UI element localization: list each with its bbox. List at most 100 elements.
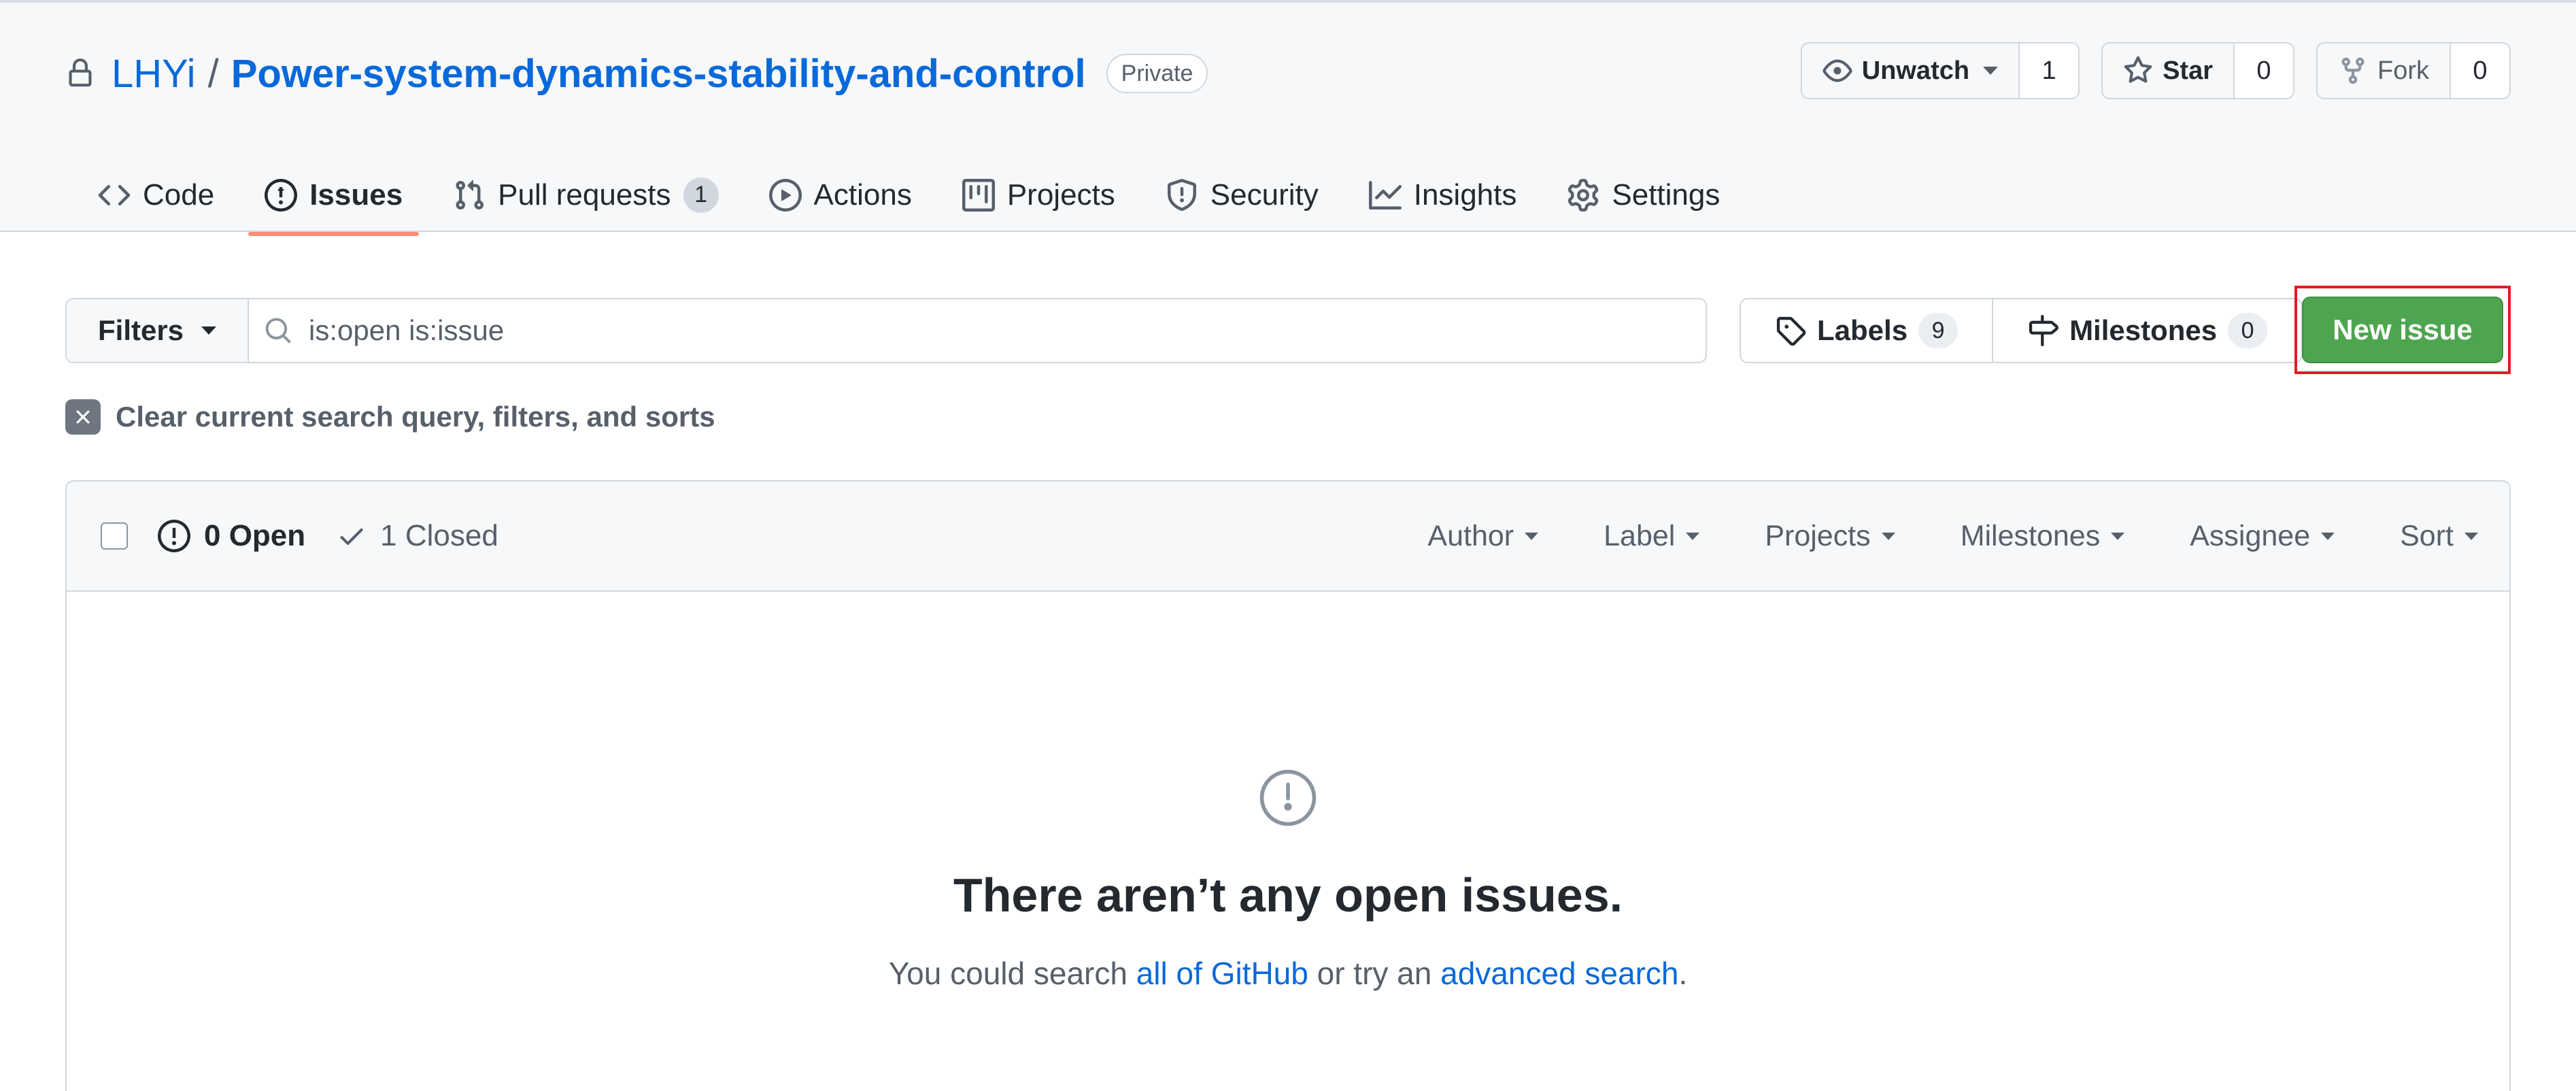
- tab-label: Code: [143, 178, 215, 212]
- label-filter-menu[interactable]: Label: [1604, 519, 1700, 553]
- tab-label: Pull requests: [498, 178, 671, 212]
- new-issue-highlight: New issue: [2294, 286, 2511, 374]
- unwatch-button[interactable]: Unwatch: [1802, 44, 2020, 98]
- filters-button[interactable]: Filters: [67, 299, 250, 362]
- closed-issues-label: 1 Closed: [380, 519, 498, 552]
- fork-label: Fork: [2377, 56, 2429, 85]
- issues-list-header: 0 Open 1 Closed Author Label Projects Mi…: [67, 482, 2509, 592]
- open-issues-label: 0 Open: [204, 519, 306, 552]
- chevron-down-icon: [1525, 532, 1539, 540]
- star-label: Star: [2163, 56, 2213, 85]
- repo-title: LHYi / Power-system-dynamics-stability-a…: [65, 45, 1208, 102]
- chevron-down-icon: [1983, 67, 1999, 75]
- tab-issues[interactable]: Issues: [248, 155, 420, 236]
- labels-button[interactable]: Labels 9: [1741, 299, 1992, 362]
- issues-subnav: Filters Labels 9 Milestones 0 New issue: [65, 286, 2511, 374]
- visibility-badge: Private: [1106, 54, 1208, 93]
- tab-actions[interactable]: Actions: [753, 155, 928, 235]
- milestone-icon: [2027, 315, 2058, 346]
- open-issues-link[interactable]: 0 Open: [158, 519, 305, 553]
- tab-insights[interactable]: Insights: [1353, 155, 1533, 235]
- menu-label: Author: [1427, 519, 1514, 552]
- menu-label: Projects: [1765, 519, 1871, 552]
- labels-milestones-group: Labels 9 Milestones 0: [1740, 298, 2303, 363]
- text-suffix: .: [1678, 956, 1688, 991]
- star-icon: [2123, 56, 2153, 86]
- menu-label: Milestones: [1960, 519, 2101, 552]
- milestones-count: 0: [2228, 313, 2268, 348]
- tag-icon: [1775, 315, 1806, 346]
- tab-pull-requests[interactable]: Pull requests 1: [437, 155, 734, 235]
- repo-header: LHYi / Power-system-dynamics-stability-a…: [0, 0, 2576, 236]
- repo-name-link[interactable]: Power-system-dynamics-stability-and-cont…: [231, 51, 1086, 97]
- labels-count: 9: [1918, 313, 1959, 348]
- close-icon: [65, 399, 101, 435]
- milestones-button[interactable]: Milestones 0: [1992, 299, 2301, 362]
- issues-list-box: 0 Open 1 Closed Author Label Projects Mi…: [65, 480, 2511, 1091]
- forks-count[interactable]: 0: [2451, 44, 2509, 98]
- path-separator: /: [207, 51, 219, 96]
- menu-label: Label: [1604, 519, 1676, 552]
- tab-security[interactable]: Security: [1149, 155, 1335, 235]
- all-of-github-link[interactable]: all of GitHub: [1136, 956, 1308, 991]
- milestones-filter-menu[interactable]: Milestones: [1961, 520, 2125, 553]
- gear-icon: [1567, 178, 1599, 212]
- code-icon: [98, 179, 131, 212]
- git-pull-request-icon: [453, 179, 486, 212]
- filters-label: Filters: [98, 314, 184, 346]
- text-prefix: You could search: [888, 956, 1136, 991]
- play-icon: [768, 178, 802, 212]
- tab-label: Projects: [1006, 178, 1115, 212]
- assignee-filter-menu[interactable]: Assignee: [2190, 520, 2335, 553]
- tab-label: Issues: [309, 178, 403, 212]
- repo-actions: Unwatch 1 Star 0 Fork 0: [1800, 42, 2511, 99]
- repo-nav-tabs: Code Issues Pull requests 1 Actions Proj…: [82, 155, 1754, 236]
- issue-opened-icon: [1257, 767, 1319, 828]
- blankslate-title: There aren’t any open issues.: [953, 869, 1623, 922]
- tab-label: Security: [1210, 178, 1319, 212]
- author-filter-menu[interactable]: Author: [1427, 519, 1539, 553]
- unwatch-label: Unwatch: [1861, 56, 1970, 85]
- labels-label: Labels: [1817, 314, 1908, 346]
- star-button-group: Star 0: [2101, 42, 2294, 99]
- watchers-count[interactable]: 1: [2020, 44, 2079, 98]
- tab-label: Settings: [1612, 178, 1721, 212]
- projects-filter-menu[interactable]: Projects: [1765, 520, 1895, 553]
- tab-projects[interactable]: Projects: [946, 155, 1132, 235]
- chevron-down-icon: [2111, 532, 2125, 540]
- tab-label: Actions: [813, 178, 912, 212]
- issue-opened-icon: [265, 178, 298, 212]
- blankslate-text: You could search all of GitHub or try an…: [67, 955, 2509, 992]
- stars-count[interactable]: 0: [2235, 44, 2293, 98]
- shield-icon: [1166, 178, 1198, 212]
- search-icon: [264, 316, 292, 345]
- issue-state-toggles: 0 Open 1 Closed: [158, 519, 498, 553]
- search-field: [249, 299, 1706, 362]
- watch-button-group: Unwatch 1: [1800, 42, 2080, 99]
- filter-search-group: Filters: [65, 298, 1707, 363]
- repo-owner-link[interactable]: LHYi: [112, 51, 196, 97]
- tab-code[interactable]: Code: [82, 155, 231, 235]
- chevron-down-icon: [201, 326, 217, 335]
- advanced-search-link[interactable]: advanced search: [1440, 956, 1678, 991]
- new-issue-button[interactable]: New issue: [2302, 297, 2503, 363]
- star-button[interactable]: Star: [2103, 44, 2235, 98]
- select-all-checkbox[interactable]: [101, 522, 128, 550]
- fork-button-group: Fork 0: [2316, 42, 2511, 99]
- blankslate: There aren’t any open issues. You could …: [67, 593, 2509, 992]
- menu-label: Sort: [2400, 519, 2454, 552]
- tab-label: Insights: [1413, 178, 1517, 212]
- chevron-down-icon: [1881, 532, 1895, 540]
- chevron-down-icon: [1686, 532, 1700, 540]
- issues-search-input[interactable]: [309, 314, 1706, 347]
- closed-issues-link[interactable]: 1 Closed: [337, 519, 498, 553]
- issue-opened-icon: [158, 520, 190, 552]
- table-icon: [962, 178, 995, 212]
- milestones-label: Milestones: [2069, 314, 2218, 346]
- chevron-down-icon: [2321, 532, 2335, 540]
- clear-filters-link[interactable]: Clear current search query, filters, and…: [65, 399, 715, 435]
- sort-menu[interactable]: Sort: [2400, 520, 2478, 553]
- issue-filter-menus: Author Label Projects Milestones Assigne…: [1427, 520, 2478, 553]
- tab-settings[interactable]: Settings: [1550, 155, 1736, 235]
- fork-button[interactable]: Fork: [2318, 44, 2451, 98]
